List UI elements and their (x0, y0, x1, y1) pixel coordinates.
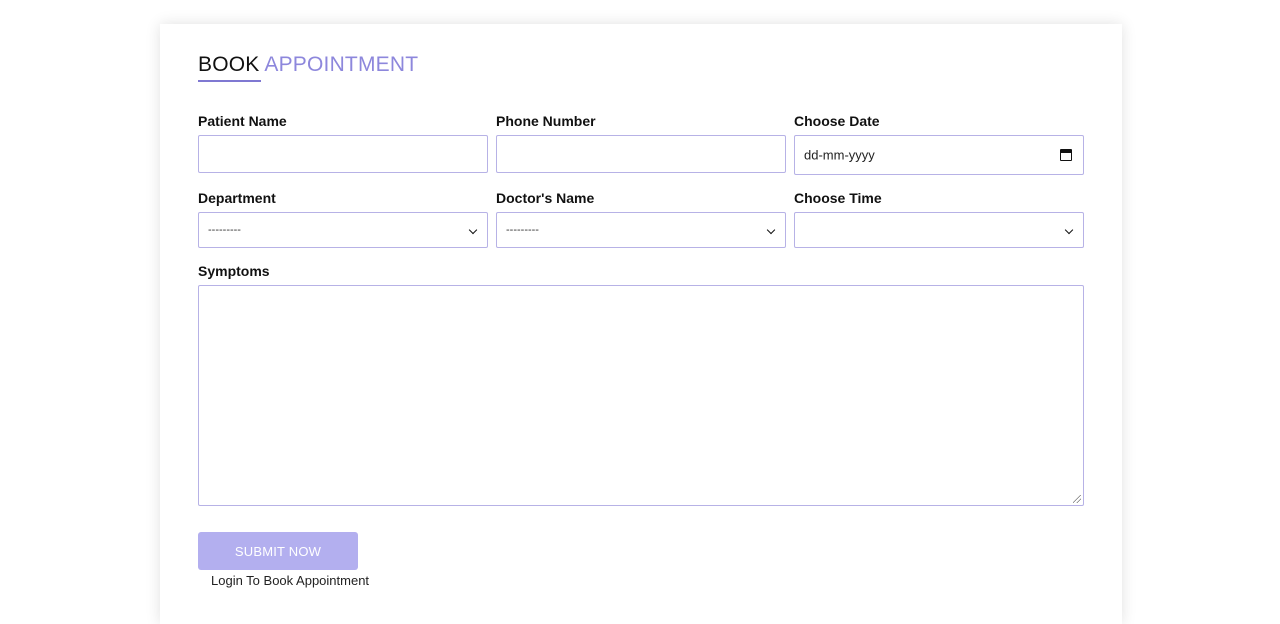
choose-date-placeholder: dd-mm-yyyy (804, 147, 875, 163)
chevron-down-icon (468, 225, 478, 235)
doctor-name-selected-value: --------- (506, 224, 539, 236)
choose-date-input[interactable]: dd-mm-yyyy (794, 135, 1084, 175)
submit-button[interactable]: SUBMIT NOW (198, 532, 358, 570)
choose-time-select[interactable] (794, 212, 1084, 248)
chevron-down-icon (1064, 225, 1074, 235)
chevron-down-icon (766, 225, 776, 235)
page-title: BOOK APPOINTMENT (198, 52, 418, 78)
doctor-name-select[interactable]: --------- (496, 212, 786, 248)
phone-number-label: Phone Number (496, 113, 596, 129)
department-select[interactable]: --------- (198, 212, 488, 248)
title-underline (198, 80, 261, 82)
phone-number-input[interactable] (496, 135, 786, 173)
choose-time-label: Choose Time (794, 190, 882, 206)
symptoms-textarea[interactable] (198, 285, 1084, 506)
department-selected-value: --------- (208, 224, 241, 236)
doctor-name-label: Doctor's Name (496, 190, 595, 206)
calendar-icon[interactable] (1060, 149, 1072, 161)
choose-date-label: Choose Date (794, 113, 880, 129)
patient-name-label: Patient Name (198, 113, 287, 129)
appointment-card: BOOK APPOINTMENT Patient Name Phone Numb… (160, 24, 1122, 624)
title-part-appointment: APPOINTMENT (264, 53, 419, 76)
symptoms-label: Symptoms (198, 263, 270, 279)
login-to-book-link[interactable]: Login To Book Appointment (211, 573, 369, 588)
title-part-book: BOOK (198, 53, 260, 76)
department-label: Department (198, 190, 276, 206)
patient-name-input[interactable] (198, 135, 488, 173)
resize-handle-icon[interactable] (1073, 495, 1081, 503)
